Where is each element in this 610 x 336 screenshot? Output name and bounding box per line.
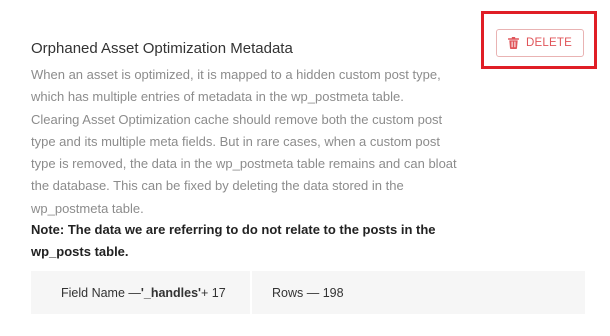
meta-info-bar: Field Name — '_handles' + 17 Rows — 198 <box>31 271 585 314</box>
section-description: When an asset is optimized, it is mapped… <box>31 64 457 220</box>
delete-button-label: DELETE <box>526 37 572 49</box>
field-name-value: '_handles' <box>140 285 202 300</box>
description-line: When an asset is optimized, it is mapped… <box>31 67 441 82</box>
section-note: Note: The data we are referring to do no… <box>31 219 451 264</box>
rows-count-cell: Rows — 198 <box>250 271 585 314</box>
trash-icon <box>508 37 520 49</box>
description-line: type and its multiple meta fields. But i… <box>31 133 440 149</box>
description-line: which has multiple entries of metadata i… <box>31 89 404 105</box>
note-line: wp_posts table. <box>31 244 129 260</box>
description-line: wp_postmeta table. <box>31 200 144 216</box>
note-line: Note: The data we are referring to do no… <box>31 222 436 237</box>
section-title: Orphaned Asset Optimization Metadata <box>31 40 293 57</box>
delete-button[interactable]: DELETE <box>496 29 584 57</box>
description-line: the database. This can be fixed by delet… <box>31 178 404 194</box>
field-name-cell: Field Name — '_handles' + 17 <box>31 271 250 314</box>
field-name-prefix: Field Name — <box>61 285 141 300</box>
description-line: Clearing Asset Optimization cache should… <box>31 111 443 127</box>
field-name-suffix: + 17 <box>201 285 226 300</box>
description-line: type is removed, the data in the wp_post… <box>31 156 457 172</box>
